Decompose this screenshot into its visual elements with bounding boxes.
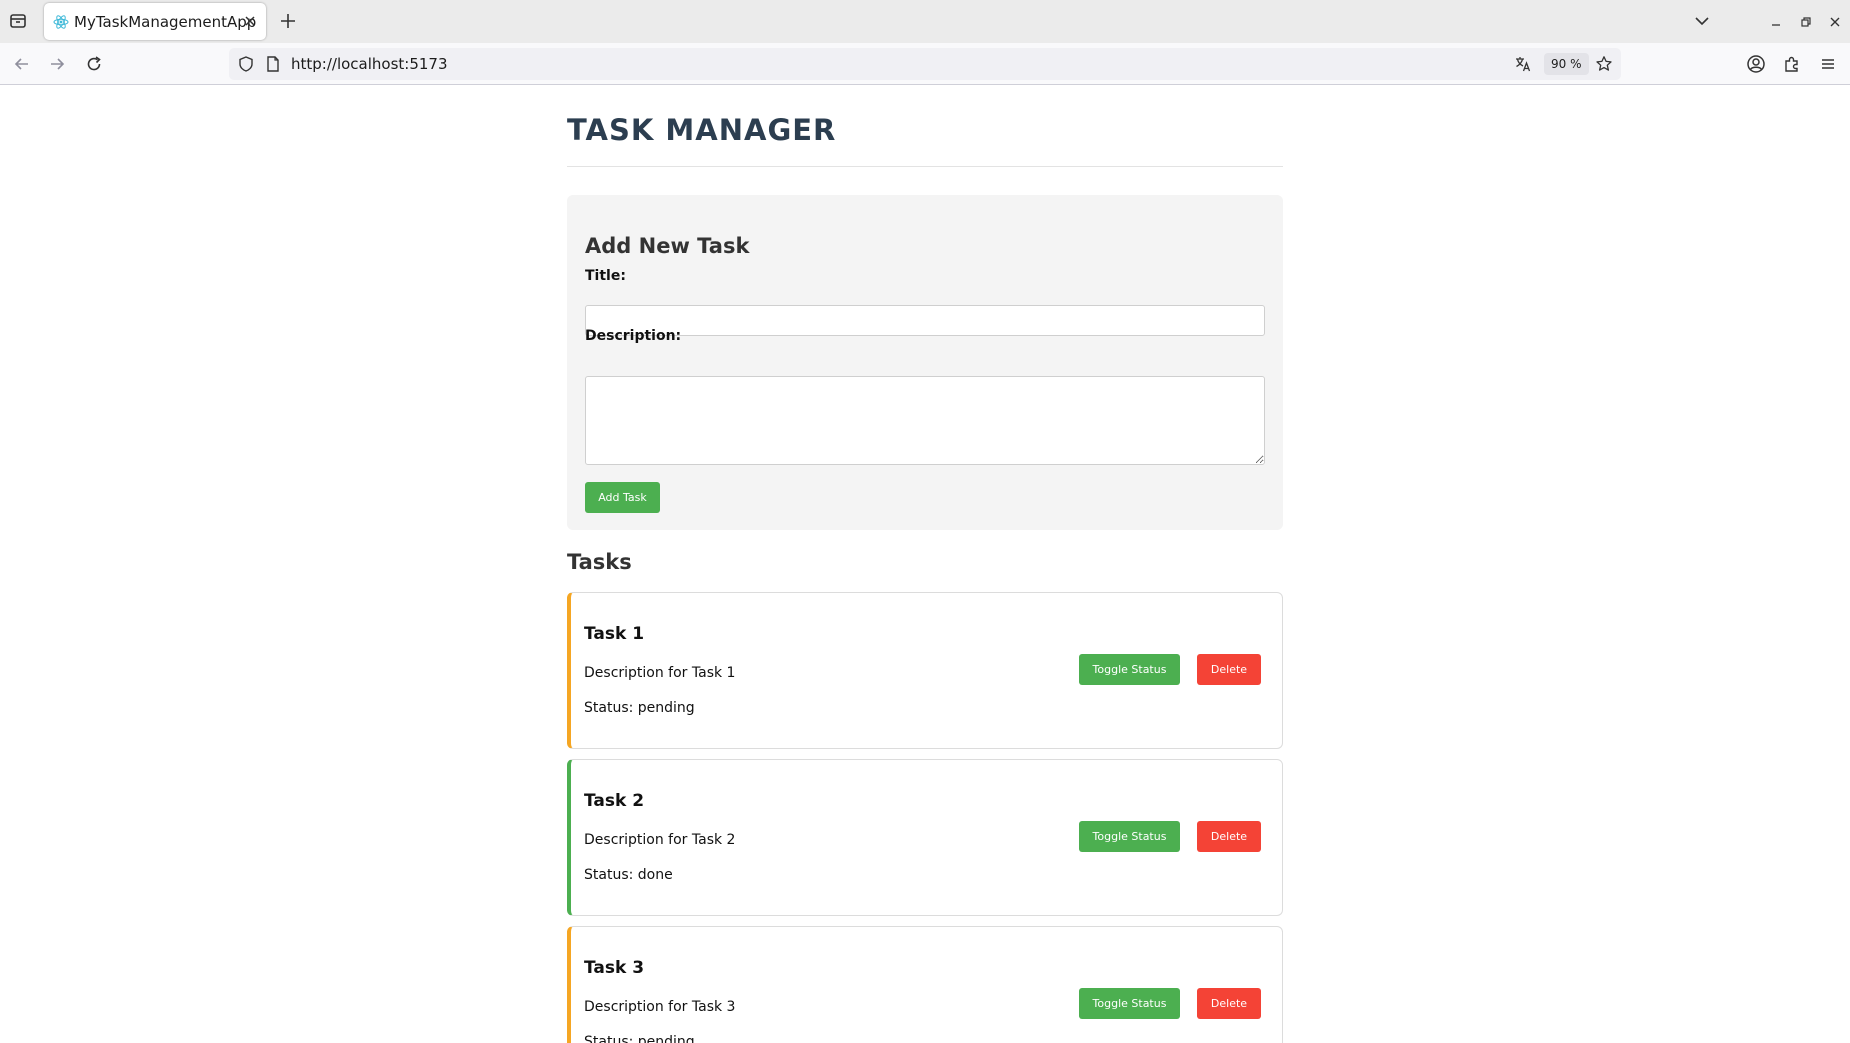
minimize-icon[interactable] bbox=[1766, 12, 1786, 32]
task-description: Description for Task 1 bbox=[584, 665, 736, 681]
tab-title: MyTaskManagementApp bbox=[74, 13, 257, 31]
delete-button[interactable]: Delete bbox=[1197, 821, 1261, 852]
url-text: http://localhost:5173 bbox=[291, 55, 448, 73]
task-title: Task 3 bbox=[584, 958, 645, 978]
shield-icon[interactable] bbox=[237, 55, 255, 73]
browser-tab[interactable]: MyTaskManagementApp bbox=[44, 3, 266, 40]
delete-button[interactable]: Delete bbox=[1197, 654, 1261, 685]
toggle-status-button[interactable]: Toggle Status bbox=[1079, 654, 1180, 685]
zoom-level-badge[interactable]: 90 % bbox=[1544, 53, 1589, 75]
react-icon bbox=[53, 14, 69, 30]
add-task-form: Add New Task Title: Description: Add Tas… bbox=[567, 195, 1283, 530]
forward-arrow-icon[interactable] bbox=[46, 53, 68, 75]
address-bar[interactable]: http://localhost:5173 90 % bbox=[229, 48, 1621, 80]
task-status: Status: pending bbox=[584, 1034, 695, 1043]
tasks-heading: Tasks bbox=[567, 550, 632, 574]
task-title: Task 2 bbox=[584, 791, 645, 811]
title-input[interactable] bbox=[585, 305, 1265, 336]
task-title: Task 1 bbox=[584, 624, 645, 644]
task-description: Description for Task 2 bbox=[584, 832, 736, 848]
tab-list-icon[interactable] bbox=[6, 9, 30, 33]
star-icon[interactable] bbox=[1595, 55, 1613, 73]
window-close-icon[interactable] bbox=[1825, 12, 1845, 32]
page-icon[interactable] bbox=[264, 55, 282, 73]
task-status: Status: done bbox=[584, 867, 673, 883]
back-arrow-icon[interactable] bbox=[11, 53, 33, 75]
new-tab-icon[interactable] bbox=[277, 10, 299, 32]
restore-icon[interactable] bbox=[1796, 12, 1816, 32]
browser-nav-bar: http://localhost:5173 90 % bbox=[0, 43, 1850, 85]
task-status: Status: pending bbox=[584, 700, 695, 716]
menu-icon[interactable] bbox=[1817, 53, 1839, 75]
delete-button[interactable]: Delete bbox=[1197, 988, 1261, 1019]
form-heading: Add New Task bbox=[585, 234, 750, 258]
chevron-down-icon[interactable] bbox=[1691, 10, 1713, 32]
app-title: TASK MANAGER bbox=[567, 113, 837, 147]
page-content: TASK MANAGER Add New Task Title: Descrip… bbox=[0, 85, 1850, 1043]
task-card: Task 3 Description for Task 3 Status: pe… bbox=[567, 926, 1283, 1043]
title-divider bbox=[567, 166, 1283, 167]
toggle-status-button[interactable]: Toggle Status bbox=[1079, 988, 1180, 1019]
task-card: Task 1 Description for Task 1 Status: pe… bbox=[567, 592, 1283, 749]
translate-icon[interactable] bbox=[1514, 55, 1532, 73]
title-label: Title: bbox=[585, 268, 626, 284]
extensions-icon[interactable] bbox=[1781, 53, 1803, 75]
add-task-button[interactable]: Add Task bbox=[585, 482, 660, 513]
toggle-status-button[interactable]: Toggle Status bbox=[1079, 821, 1180, 852]
reload-icon[interactable] bbox=[83, 53, 105, 75]
description-textarea[interactable] bbox=[585, 376, 1265, 465]
task-card: Task 2 Description for Task 2 Status: do… bbox=[567, 759, 1283, 916]
browser-tab-bar: MyTaskManagementApp bbox=[0, 0, 1850, 43]
account-icon[interactable] bbox=[1745, 53, 1767, 75]
description-label: Description: bbox=[585, 328, 682, 344]
task-description: Description for Task 3 bbox=[584, 999, 736, 1015]
close-tab-icon[interactable] bbox=[242, 13, 258, 29]
